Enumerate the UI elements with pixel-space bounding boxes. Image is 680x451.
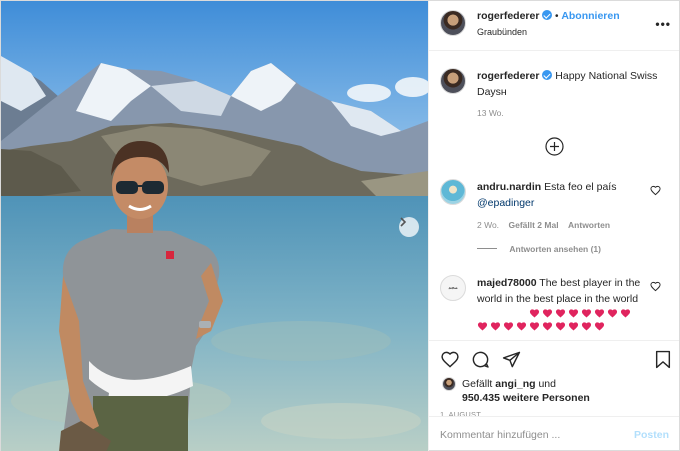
comment-icon[interactable] (471, 350, 490, 369)
likes-count[interactable]: 950.435 weitere Personen (462, 390, 590, 406)
liker-username[interactable]: angi_ng (495, 378, 535, 390)
comment-1: andru.nardin Esta feo el país @epadinger (477, 179, 652, 211)
next-image-button[interactable] (399, 217, 419, 237)
header-user-row: rogerfederer • Abonnieren (477, 10, 620, 22)
more-options-button[interactable]: ••• (655, 17, 671, 31)
red-heart-emoji (477, 322, 488, 331)
comment-mention[interactable]: @epadinger (477, 197, 534, 209)
red-heart-emoji (594, 309, 605, 318)
red-heart-emoji (516, 322, 527, 331)
comment-2: majed78000 The best player in the world … (477, 275, 642, 307)
red-heart-emoji (620, 309, 631, 318)
follow-button[interactable]: Abonnieren (561, 10, 619, 22)
view-replies-label[interactable]: Antworten ansehen (1) (509, 244, 601, 254)
red-heart-emoji (581, 322, 592, 331)
comment-avatar[interactable] (440, 179, 466, 205)
post-header: rogerfederer • Abonnieren Graubünden ••• (429, 1, 679, 51)
avatar-text: ﻣﺠﺪ (448, 285, 458, 291)
red-heart-emoji (542, 322, 553, 331)
photo-scene (1, 1, 428, 451)
verified-icon (542, 70, 553, 80)
comment-text: Esta feo el país (544, 181, 617, 193)
chevron-right-icon (400, 217, 407, 227)
red-heart-emoji (542, 309, 553, 318)
caption: rogerfederer Happy National Swiss Daysʜ (477, 68, 667, 100)
red-heart-emoji (503, 322, 514, 331)
post-photo[interactable] (1, 1, 428, 451)
caption-avatar[interactable] (440, 68, 466, 94)
liker-avatar[interactable] (442, 377, 456, 391)
action-bar: Gefällt angi_ng und 950.435 weitere Pers… (429, 340, 679, 419)
comment-username[interactable]: andru.nardin (477, 181, 541, 193)
post-comment-button[interactable]: Posten (634, 429, 669, 441)
comment-time: 2 Wo. (477, 220, 500, 230)
location-link[interactable]: Graubünden (477, 27, 527, 37)
red-heart-emoji (555, 309, 566, 318)
comment-likes[interactable]: Gefällt 2 Mal (509, 220, 559, 230)
reply-button[interactable]: Antworten (568, 220, 610, 230)
likes-suffix: und (538, 378, 556, 390)
red-heart-emoji (607, 309, 618, 318)
red-heart-emoji (529, 309, 540, 318)
avatar[interactable] (440, 10, 466, 36)
caption-time: 13 Wo. (477, 108, 504, 118)
instagram-post: rogerfederer • Abonnieren Graubünden •••… (0, 0, 680, 451)
comment-bar: Posten (429, 416, 679, 451)
share-icon[interactable] (502, 350, 521, 369)
view-replies-button[interactable]: Antworten ansehen (1) (477, 244, 601, 254)
emoji-hearts-row (529, 308, 631, 318)
like-comment-heart-icon[interactable] (650, 281, 661, 292)
caption-username[interactable]: rogerfederer (477, 70, 539, 82)
bookmark-icon[interactable] (655, 350, 671, 369)
add-circle-icon (545, 137, 564, 156)
red-heart-emoji (490, 322, 501, 331)
comment-input[interactable] (440, 426, 630, 444)
comment-username[interactable]: majed78000 (477, 277, 537, 289)
header-username[interactable]: rogerfederer (477, 10, 539, 22)
red-heart-emoji (555, 322, 566, 331)
load-more-comments-button[interactable] (545, 137, 564, 156)
likes-prefix: Gefällt (462, 378, 493, 390)
red-heart-emoji (581, 309, 592, 318)
comments-section[interactable]: rogerfederer Happy National Swiss Daysʜ … (429, 51, 679, 340)
post-panel: rogerfederer • Abonnieren Graubünden •••… (428, 1, 679, 451)
heart-icon[interactable] (440, 350, 460, 369)
comment-meta: 2 Wo. Gefällt 2 Mal Antworten (477, 220, 610, 230)
comment-avatar[interactable]: ﻣﺠﺪ (440, 275, 466, 301)
verified-icon (542, 10, 553, 20)
replies-divider (477, 248, 497, 249)
red-heart-emoji (568, 309, 579, 318)
red-heart-emoji (529, 322, 540, 331)
like-comment-heart-icon[interactable] (650, 185, 661, 196)
red-heart-emoji (568, 322, 579, 331)
emoji-hearts-row (477, 321, 605, 331)
red-heart-emoji (594, 322, 605, 331)
